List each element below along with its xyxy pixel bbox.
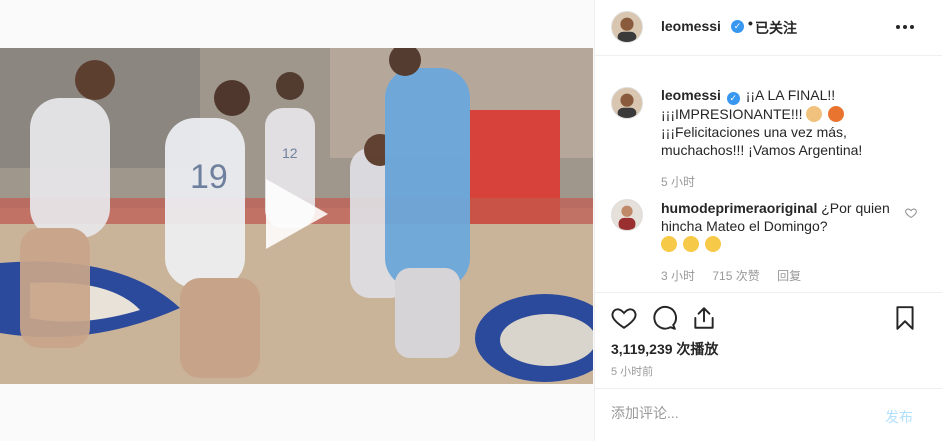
rofl-emoji-icon: [682, 236, 699, 252]
verified-badge-icon: ✓: [731, 20, 744, 33]
comment-item: humodeprimeraoriginal ¿Por quien hincha …: [611, 199, 931, 289]
view-count[interactable]: 3,119,239 次播放: [611, 339, 718, 359]
verified-badge-icon: ✓: [726, 92, 740, 105]
play-icon[interactable]: [266, 179, 328, 249]
avatar[interactable]: [611, 87, 643, 119]
comment-time[interactable]: 3 小时: [661, 269, 695, 283]
caption-meta: 5 小时: [661, 173, 709, 190]
following-button[interactable]: 已关注: [755, 18, 797, 38]
post-header: leomessi ✓ • 已关注: [595, 0, 942, 56]
basketball-emoji-icon: [828, 106, 845, 122]
heart-eyes-emoji-icon: [704, 236, 721, 252]
caption-comment: leomessi ✓ ¡¡A LA FINAL!! ¡¡¡IMPRESIONAN…: [611, 83, 931, 203]
caption-text: leomessi ✓ ¡¡A LA FINAL!! ¡¡¡IMPRESIONAN…: [661, 86, 891, 159]
comment-bubble-icon[interactable]: [651, 305, 677, 331]
instagram-post-page: 19 12 leomessi ✓ • 已关注 leomessi ✓ ¡¡A LA…: [0, 0, 942, 441]
rofl-emoji-icon: [661, 236, 677, 252]
add-comment-bar: 发布: [595, 388, 942, 441]
post-sidebar: leomessi ✓ • 已关注 leomessi ✓ ¡¡A LA FINAL…: [594, 0, 942, 441]
like-comment-heart-icon[interactable]: [905, 207, 917, 219]
video-player[interactable]: 19 12: [0, 48, 593, 384]
caption-time[interactable]: 5 小时: [661, 175, 695, 189]
username-link[interactable]: leomessi: [661, 18, 721, 34]
save-bookmark-icon[interactable]: [892, 305, 918, 331]
comment-text: humodeprimeraoriginal ¿Por quien hincha …: [661, 199, 891, 253]
post-comment-button[interactable]: 发布: [885, 407, 913, 427]
svg-text:12: 12: [282, 145, 298, 161]
share-upload-icon[interactable]: [691, 305, 717, 331]
post-actions: 3,119,239 次播放 5 小时前: [595, 292, 942, 392]
comment-input[interactable]: [611, 405, 861, 421]
separator-dot: •: [748, 15, 753, 31]
more-options-icon[interactable]: [895, 17, 915, 37]
reply-button[interactable]: 回复: [777, 269, 801, 283]
comment-username[interactable]: humodeprimeraoriginal: [661, 200, 817, 216]
flexed-biceps-emoji-icon: [806, 106, 823, 122]
comment-meta: 3 小时 715 次赞 回复: [661, 267, 815, 284]
like-heart-icon[interactable]: [611, 305, 637, 331]
post-time[interactable]: 5 小时前: [611, 363, 653, 379]
caption-username[interactable]: leomessi: [661, 87, 721, 103]
comment-likes[interactable]: 715 次赞: [712, 269, 759, 283]
svg-text:19: 19: [190, 158, 228, 196]
avatar[interactable]: [611, 199, 643, 231]
avatar[interactable]: [611, 11, 643, 43]
comments-list[interactable]: leomessi ✓ ¡¡A LA FINAL!! ¡¡¡IMPRESIONAN…: [595, 57, 942, 292]
caption-line-2: ¡¡¡Felicitaciones una vez más, muchachos…: [661, 124, 863, 158]
